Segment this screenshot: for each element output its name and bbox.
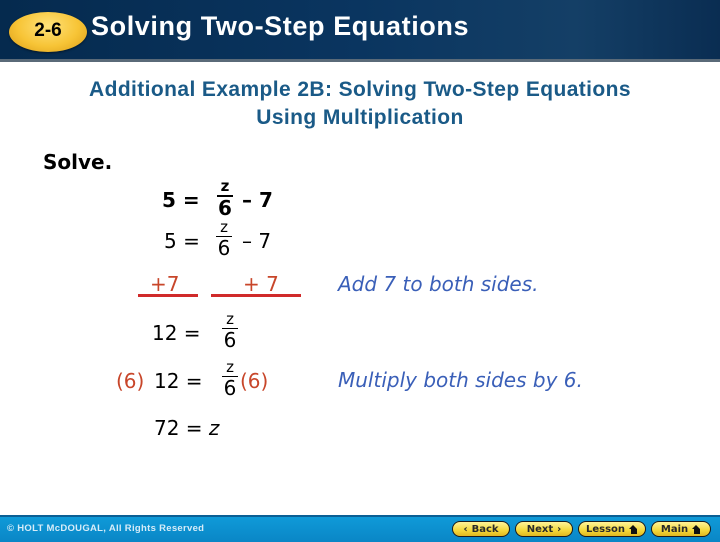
eq-left: 12 = (152, 321, 201, 345)
example-title-line2: Using Multiplication (256, 106, 464, 129)
back-label: Back (471, 523, 499, 535)
eq-left: 12 = (154, 369, 203, 393)
underline-right (211, 294, 301, 297)
fraction: z 6 (216, 220, 232, 258)
fraction: z 6 (222, 360, 238, 398)
slide-header: 2-6 Solving Two-Step Equations (0, 0, 720, 59)
numerator: z (226, 358, 234, 376)
home-icon (692, 524, 701, 534)
chevron-left-icon: ‹ (463, 523, 468, 535)
eq-left: 5 = (162, 188, 200, 212)
numerator: z (220, 177, 230, 195)
eq-right: – 7 (242, 188, 273, 212)
main-button[interactable]: Main (651, 521, 711, 537)
denominator: 6 (217, 236, 231, 260)
lesson-badge: 2-6 (9, 12, 87, 52)
add-right-operand: + 7 (243, 272, 279, 296)
next-button[interactable]: Next › (515, 521, 573, 537)
solution-variable: z (208, 416, 220, 440)
back-button[interactable]: ‹ Back (452, 521, 510, 537)
solve-label: Solve. (43, 150, 113, 174)
next-label: Next (526, 523, 554, 535)
denominator: 6 (218, 196, 232, 220)
example-title: Additional Example 2B: Solving Two-Step … (0, 76, 720, 132)
slide-footer: © HOLT McDOUGAL, All Rights Reserved ‹ B… (0, 515, 720, 542)
numerator: z (226, 310, 234, 328)
solution-text: 72 = (154, 416, 209, 440)
example-title-line1: Additional Example 2B: Solving Two-Step … (89, 78, 631, 101)
denominator: 6 (223, 328, 237, 352)
underline-left (138, 294, 198, 297)
lesson-label: Lesson (585, 523, 626, 535)
add-left-operand: +7 (150, 272, 180, 296)
lesson-button[interactable]: Lesson (578, 521, 646, 537)
main-label: Main (660, 523, 689, 535)
equation-solution: 72 = z (154, 416, 219, 440)
numerator: z (220, 218, 228, 236)
header-divider (0, 59, 720, 62)
home-icon (629, 524, 638, 534)
lesson-title: Solving Two-Step Equations (91, 11, 470, 41)
lesson-number: 2-6 (34, 20, 62, 41)
multiplier-right: (6) (240, 369, 269, 393)
chevron-right-icon: › (557, 523, 562, 535)
fraction: z 6 (222, 312, 238, 350)
fraction: z 6 (217, 179, 233, 218)
multiplier-left: (6) (116, 369, 145, 393)
note-multiply: Multiply both sides by 6. (338, 368, 583, 392)
note-add: Add 7 to both sides. (338, 272, 539, 296)
copyright-text: © HOLT McDOUGAL, All Rights Reserved (7, 523, 205, 534)
denominator: 6 (223, 376, 237, 400)
eq-left: 5 = (164, 229, 200, 253)
eq-right: – 7 (242, 229, 272, 253)
